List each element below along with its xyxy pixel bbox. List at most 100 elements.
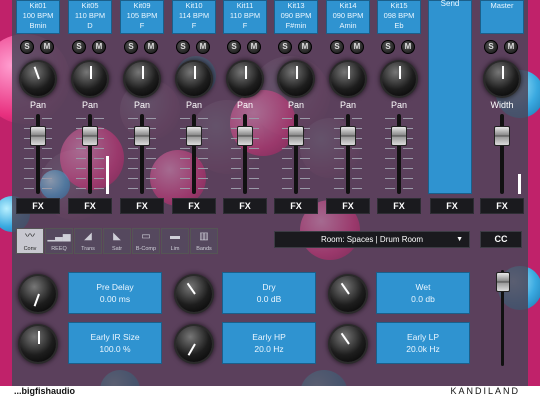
master-width-knob[interactable] [485,62,519,96]
master-solo-button[interactable]: S [484,40,498,54]
send-display: Send [428,0,472,194]
param-knob[interactable] [20,326,56,362]
volume-fader[interactable] [18,112,58,196]
mode-tab[interactable]: 〰 Conv [16,228,44,254]
fx-button[interactable]: FX [223,198,267,214]
master-fader[interactable] [482,112,522,196]
mode-tab[interactable]: ▁▃▅ REEQ [45,228,73,254]
solo-button[interactable]: S [278,40,292,54]
param-knob[interactable] [330,276,366,312]
mode-tab[interactable]: ◢ Trans [74,228,102,254]
master-fx-button[interactable]: FX [480,198,524,214]
solo-button[interactable]: S [124,40,138,54]
fx-button[interactable]: FX [68,198,112,214]
fx-button[interactable]: FX [172,198,216,214]
fx-button[interactable]: FX [120,198,164,214]
mute-button[interactable]: M [196,40,210,54]
kit-display[interactable]: Kit01 100 BPM Bmin [16,0,60,34]
fader-cap[interactable] [186,126,202,146]
mute-button[interactable]: M [92,40,106,54]
solo-button[interactable]: S [381,40,395,54]
mode-icon: 〰 [25,231,35,242]
pan-knob[interactable] [382,62,416,96]
solo-button[interactable]: S [176,40,190,54]
mode-tab[interactable]: ▭ B-Comp [132,228,160,254]
fx-button[interactable]: FX [16,198,60,214]
mute-button[interactable]: M [247,40,261,54]
pan-knob[interactable] [228,62,262,96]
kit-key: F#min [285,21,307,30]
kit-name: Kit09 [133,1,151,10]
kit-display[interactable]: Kit09 105 BPM F [120,0,164,34]
mute-button[interactable]: M [144,40,158,54]
kit-display[interactable]: Kit13 090 BPM F#min [274,0,318,34]
master-level-meter [518,174,521,194]
send-fx-button[interactable]: FX [430,198,474,214]
param-knob[interactable] [20,276,56,312]
pan-knob[interactable] [21,62,55,96]
mode-tab[interactable]: ◣ Satr [103,228,131,254]
param-value: 20.0k Hz [406,344,440,354]
pan-knob[interactable] [125,62,159,96]
kit-name: Kit10 [185,1,203,10]
mute-button[interactable]: M [40,40,54,54]
fader-cap[interactable] [30,126,46,146]
kit-key: Eb [394,21,404,30]
output-slider-cap[interactable] [496,272,510,292]
level-meter [106,156,109,194]
kit-bpm: 114 BPM [178,11,210,20]
mode-label: Lim [170,246,180,252]
volume-fader[interactable] [276,112,316,196]
mixer-strip: Kit15 098 BPM Eb S M Pan FX [375,0,423,222]
fader-cap[interactable] [237,126,253,146]
mixer-strip: Kit01 100 BPM Bmin S M Pan FX [14,0,62,222]
fader-cap[interactable] [391,126,407,146]
volume-fader[interactable] [70,112,110,196]
fader-cap[interactable] [340,126,356,146]
kit-display[interactable]: Kit05 110 BPM D [68,0,112,34]
volume-fader[interactable] [174,112,214,196]
mode-tab[interactable]: ▥ Bands [190,228,218,254]
cc-button[interactable]: CC [480,231,522,248]
fader-cap[interactable] [82,126,98,146]
master-fader-cap[interactable] [494,126,510,146]
solo-button[interactable]: S [227,40,241,54]
param-value: 20.0 Hz [254,344,284,354]
kit-display[interactable]: Kit10 114 BPM F [172,0,216,34]
master-strip: Master S M Width FX [478,0,526,222]
solo-button[interactable]: S [20,40,34,54]
pan-knob[interactable] [73,62,107,96]
fx-button[interactable]: FX [274,198,318,214]
volume-fader[interactable] [122,112,162,196]
fader-cap[interactable] [288,126,304,146]
mixer-strip: Kit14 090 BPM Amin S M Pan FX [324,0,372,222]
solo-button[interactable]: S [72,40,86,54]
fader-cap[interactable] [134,126,150,146]
mute-button[interactable]: M [350,40,364,54]
kit-display[interactable]: Kit11 110 BPM F [223,0,267,34]
param-knob[interactable] [176,326,212,362]
param-knob[interactable] [330,326,366,362]
kit-display[interactable]: Kit14 090 BPM Amin [326,0,370,34]
volume-fader[interactable] [225,112,265,196]
pan-knob[interactable] [279,62,313,96]
pan-knob[interactable] [177,62,211,96]
mute-button[interactable]: M [401,40,415,54]
kit-display[interactable]: Kit15 098 BPM Eb [377,0,421,34]
param-display: Early IR Size 100.0 % [68,322,162,364]
mode-tab[interactable]: ▬ Lim [161,228,189,254]
fx-button[interactable]: FX [326,198,370,214]
volume-fader[interactable] [379,112,419,196]
master-mute-button[interactable]: M [504,40,518,54]
pan-knob[interactable] [331,62,365,96]
kit-key: F [191,21,197,30]
solo-button[interactable]: S [330,40,344,54]
param-knob[interactable] [176,276,212,312]
output-slider[interactable] [496,270,510,366]
brand-logo-text: ...bigfishaudio [14,386,75,396]
fx-button[interactable]: FX [377,198,421,214]
volume-fader[interactable] [328,112,368,196]
mute-button[interactable]: M [298,40,312,54]
room-select[interactable]: Room: Spaces | Drum Room ▼ [274,231,470,248]
mode-icon: ◣ [113,231,121,242]
